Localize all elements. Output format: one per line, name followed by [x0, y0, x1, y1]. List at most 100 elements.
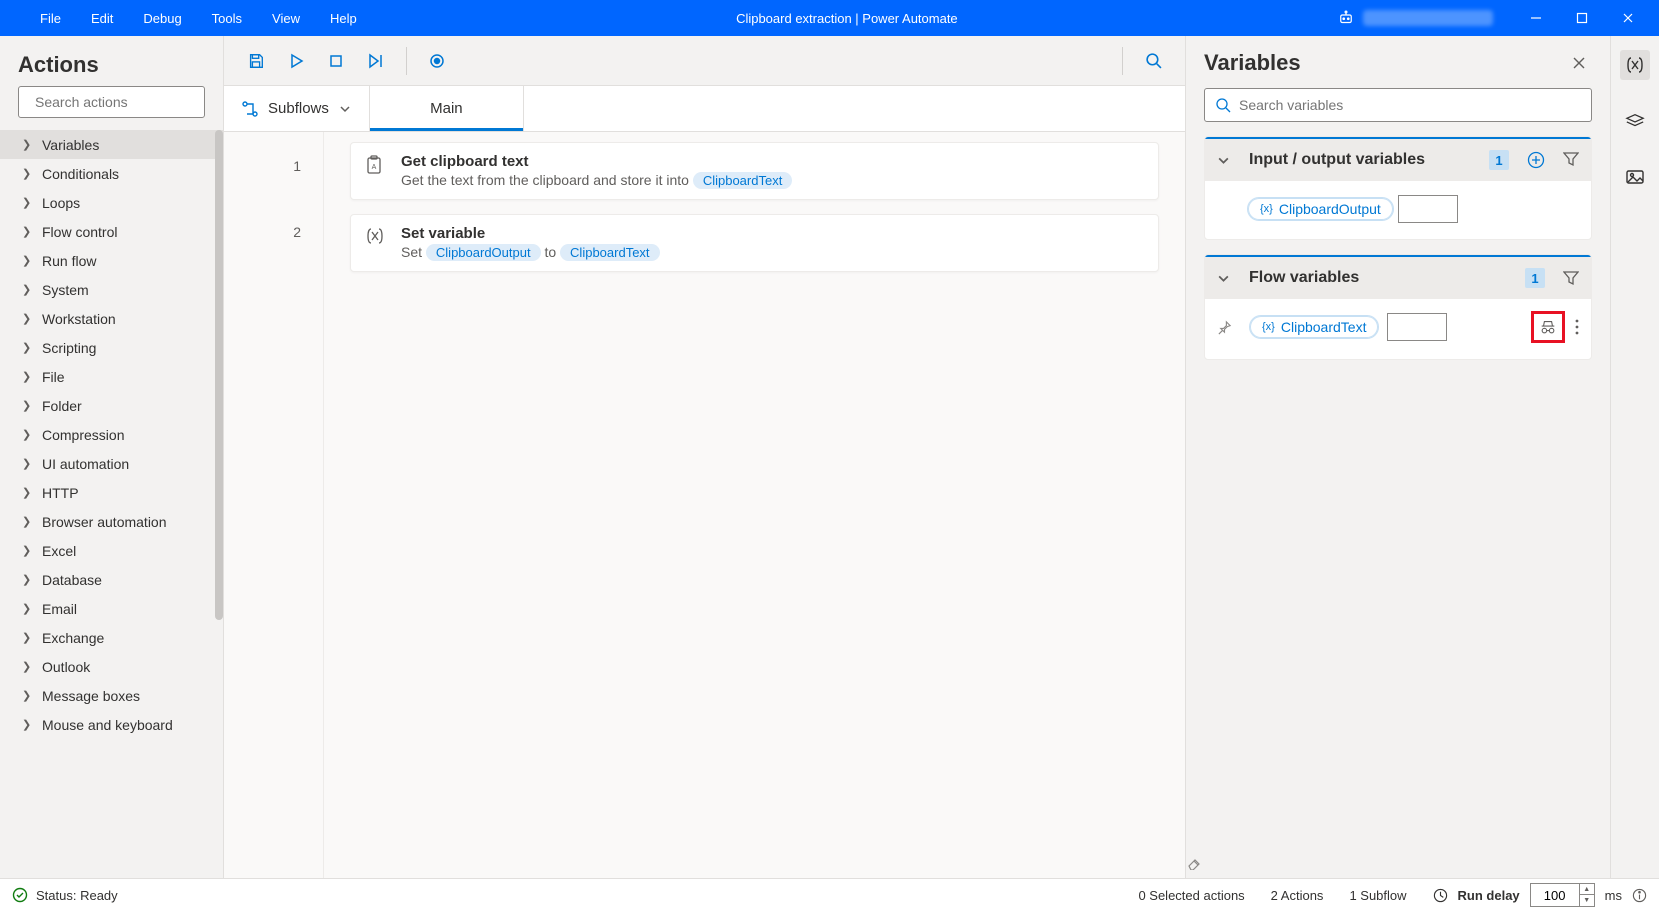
delay-increment[interactable]: ▲: [1580, 884, 1594, 895]
action-cat-excel[interactable]: ❯Excel: [0, 536, 223, 565]
variable-value-box: [1398, 195, 1458, 223]
delay-decrement[interactable]: ▼: [1580, 895, 1594, 906]
run-next-button[interactable]: [360, 45, 392, 77]
action-cat-flow-control[interactable]: ❯Flow control: [0, 217, 223, 246]
add-io-variable-button[interactable]: [1527, 151, 1545, 169]
variables-search-input[interactable]: [1239, 97, 1581, 113]
action-cat-ui-automation[interactable]: ❯UI automation: [0, 449, 223, 478]
right-rail: [1610, 36, 1659, 878]
incognito-icon: [1539, 319, 1557, 335]
menu-tools[interactable]: Tools: [212, 11, 242, 26]
stop-button[interactable]: [320, 45, 352, 77]
variables-title: Variables: [1204, 50, 1301, 76]
step-card[interactable]: A Get clipboard text Get the text from t…: [350, 142, 1159, 200]
menu-file[interactable]: File: [40, 11, 61, 26]
action-cat-browser-automation[interactable]: ❯Browser automation: [0, 507, 223, 536]
run-button[interactable]: [280, 45, 312, 77]
variable-chip: ClipboardText: [693, 172, 793, 189]
close-button[interactable]: [1605, 0, 1651, 36]
menu-help[interactable]: Help: [330, 11, 357, 26]
close-variables-button[interactable]: [1572, 56, 1592, 70]
user-account[interactable]: [1337, 9, 1493, 27]
filter-io-button[interactable]: [1563, 151, 1579, 169]
rail-ui-elements-button[interactable]: [1620, 106, 1650, 136]
record-button[interactable]: [421, 45, 453, 77]
variable-chip: ClipboardOutput: [426, 244, 541, 261]
clock-icon: [1433, 888, 1448, 903]
action-cat-system[interactable]: ❯System: [0, 275, 223, 304]
status-actions-count: 2 Actions: [1271, 888, 1324, 903]
minimize-button[interactable]: [1513, 0, 1559, 36]
pin-variable-button[interactable]: [1217, 320, 1235, 335]
action-cat-http[interactable]: ❯HTTP: [0, 478, 223, 507]
actions-scrollbar[interactable]: [215, 130, 223, 620]
action-cat-loops[interactable]: ❯Loops: [0, 188, 223, 217]
action-cat-message-boxes[interactable]: ❯Message boxes: [0, 681, 223, 710]
actions-title: Actions: [0, 36, 223, 86]
action-cat-outlook[interactable]: ❯Outlook: [0, 652, 223, 681]
clear-variables-button[interactable]: [1186, 854, 1202, 870]
step-card[interactable]: Set variable Set ClipboardOutput to Clip…: [350, 214, 1159, 272]
tabs-row: Subflows Main: [224, 86, 1185, 132]
save-button[interactable]: [240, 45, 272, 77]
flow-group-count: 1: [1525, 268, 1545, 288]
action-cat-folder[interactable]: ❯Folder: [0, 391, 223, 420]
rail-variables-button[interactable]: [1620, 50, 1650, 80]
clipboard-icon: A: [365, 153, 387, 175]
titlebar: File Edit Debug Tools View Help Clipboar…: [0, 0, 1659, 36]
maximize-button[interactable]: [1559, 0, 1605, 36]
action-cat-email[interactable]: ❯Email: [0, 594, 223, 623]
action-cat-database[interactable]: ❯Database: [0, 565, 223, 594]
collapse-flow-group[interactable]: [1217, 272, 1237, 285]
io-group-title: Input / output variables: [1249, 151, 1481, 169]
window-title: Clipboard extraction | Power Automate: [357, 11, 1337, 26]
menu-view[interactable]: View: [272, 11, 300, 26]
actions-search-input[interactable]: [35, 94, 216, 110]
flow-group-title: Flow variables: [1249, 269, 1517, 287]
rail-images-button[interactable]: [1620, 162, 1650, 192]
action-cat-exchange[interactable]: ❯Exchange: [0, 623, 223, 652]
menu-edit[interactable]: Edit: [91, 11, 113, 26]
actions-search[interactable]: [18, 86, 205, 118]
action-cat-conditionals[interactable]: ❯Conditionals: [0, 159, 223, 188]
status-selected-actions: 0 Selected actions: [1138, 888, 1244, 903]
action-cat-run-flow[interactable]: ❯Run flow: [0, 246, 223, 275]
action-cat-workstation[interactable]: ❯Workstation: [0, 304, 223, 333]
variable-more-button[interactable]: [1575, 319, 1579, 335]
search-flow-button[interactable]: [1137, 45, 1169, 77]
subflows-dropdown[interactable]: Subflows: [224, 86, 369, 131]
user-name-blurred: [1363, 10, 1493, 26]
mark-sensitive-button[interactable]: [1531, 311, 1565, 343]
subflows-icon: [242, 101, 258, 117]
status-text: Status: Ready: [36, 888, 118, 903]
action-cat-file[interactable]: ❯File: [0, 362, 223, 391]
line-number-1: 1: [224, 150, 323, 216]
action-cat-mouse-keyboard[interactable]: ❯Mouse and keyboard: [0, 710, 223, 739]
toolbar: [224, 36, 1185, 86]
variables-search[interactable]: [1204, 88, 1592, 122]
run-delay-field[interactable]: [1531, 884, 1579, 906]
variable-clipboardtext[interactable]: {x}ClipboardText: [1249, 315, 1379, 339]
step-title: Set variable: [401, 225, 660, 242]
variable-icon: [365, 225, 387, 245]
status-ok-icon: [12, 887, 28, 903]
action-cat-scripting[interactable]: ❯Scripting: [0, 333, 223, 362]
step-subtitle: Set ClipboardOutput to ClipboardText: [401, 244, 660, 261]
tab-main[interactable]: Main: [369, 86, 524, 131]
workspace: Subflows Main 1 2 A Get clipboard text: [224, 36, 1185, 878]
status-bar: Status: Ready 0 Selected actions 2 Actio…: [0, 878, 1659, 911]
variable-clipboardoutput[interactable]: {x}ClipboardOutput: [1247, 197, 1394, 221]
run-delay-input[interactable]: ▲ ▼: [1530, 883, 1595, 907]
flow-variables-group: Flow variables 1 {x}ClipboardText: [1204, 254, 1592, 360]
variable-chip: ClipboardText: [560, 244, 660, 261]
menu-debug[interactable]: Debug: [143, 11, 181, 26]
filter-flow-button[interactable]: [1563, 270, 1579, 286]
actions-category-list: ❯Variables ❯Conditionals ❯Loops ❯Flow co…: [0, 130, 223, 878]
info-icon[interactable]: [1632, 888, 1647, 903]
variable-value-box: [1387, 313, 1447, 341]
line-number-2: 2: [224, 216, 323, 282]
collapse-io-group[interactable]: [1217, 154, 1237, 167]
flow-canvas: 1 2 A Get clipboard text Get the text fr…: [224, 132, 1185, 878]
action-cat-compression[interactable]: ❯Compression: [0, 420, 223, 449]
action-cat-variables[interactable]: ❯Variables: [0, 130, 223, 159]
